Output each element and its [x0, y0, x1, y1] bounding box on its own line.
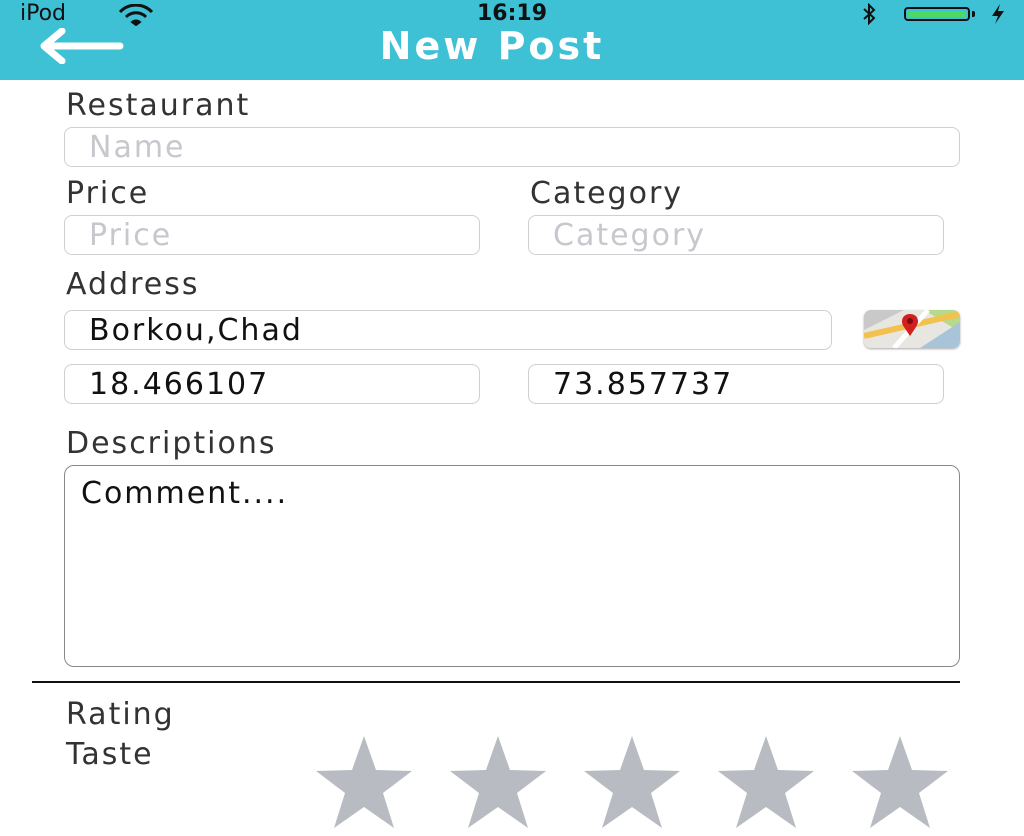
category-label: Category	[530, 176, 684, 211]
battery-nub	[972, 11, 975, 17]
star-icon[interactable]	[314, 736, 414, 832]
section-divider	[32, 681, 960, 683]
address-input[interactable]	[64, 310, 832, 350]
star-icon[interactable]	[850, 736, 950, 832]
battery-level	[908, 11, 966, 17]
restaurant-label: Restaurant	[66, 88, 251, 123]
star-icon[interactable]	[582, 736, 682, 832]
maps-icon	[864, 310, 960, 348]
charging-icon	[990, 3, 1006, 31]
battery-icon	[904, 7, 970, 21]
taste-label: Taste	[66, 737, 154, 772]
price-input[interactable]	[64, 215, 480, 255]
map-button[interactable]	[864, 310, 960, 348]
star-icon[interactable]	[448, 736, 548, 832]
page-title: New Post	[379, 24, 605, 68]
restaurant-name-input[interactable]	[64, 127, 960, 167]
navigation-bar: iPod 16:19 New Post	[0, 0, 1024, 80]
price-label: Price	[66, 176, 150, 211]
longitude-input[interactable]	[528, 364, 944, 404]
star-icon[interactable]	[716, 736, 816, 832]
description-textarea[interactable]	[64, 465, 960, 667]
category-input[interactable]	[528, 215, 944, 255]
rating-label: Rating	[66, 697, 175, 732]
latitude-input[interactable]	[64, 364, 480, 404]
address-label: Address	[66, 267, 200, 302]
descriptions-label: Descriptions	[66, 426, 277, 461]
